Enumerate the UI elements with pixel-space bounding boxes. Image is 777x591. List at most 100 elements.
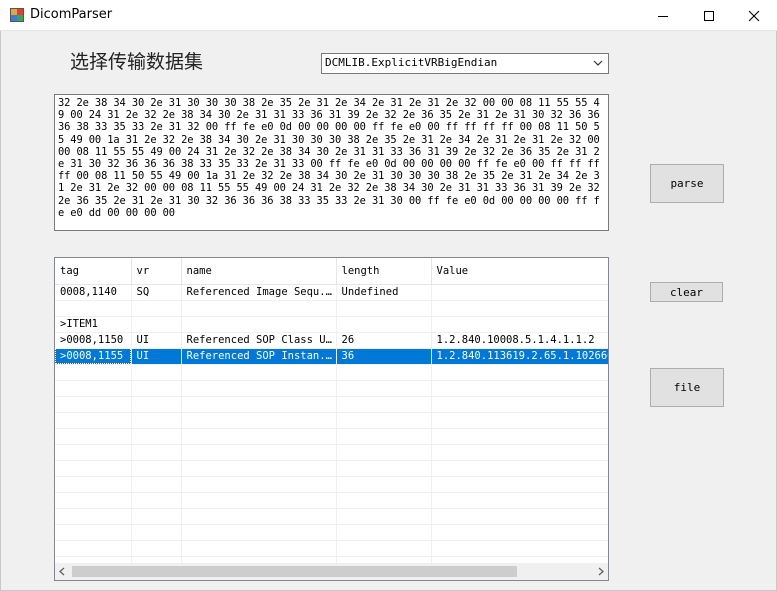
empty-cell: [431, 492, 608, 509]
empty-cell: [131, 476, 182, 493]
cell-length: Undefined: [336, 284, 432, 301]
column-header-name[interactable]: name: [181, 258, 337, 285]
table-row[interactable]: 0008,1140 SQ Referenced Image Sequ... Undef…: [55, 284, 608, 301]
empty-cell: [131, 540, 182, 557]
empty-cell: [55, 460, 132, 477]
empty-cell: [55, 492, 132, 509]
empty-cell: [336, 364, 432, 381]
cell-length: 36: [336, 348, 432, 365]
empty-cell: [431, 476, 608, 493]
minimize-button[interactable]: [640, 0, 686, 31]
empty-cell: [131, 444, 182, 461]
empty-row: [55, 364, 608, 381]
empty-cell: [336, 380, 432, 397]
empty-cell: [131, 492, 182, 509]
cell-tag: 0008,1140: [55, 284, 132, 301]
empty-cell: [55, 444, 132, 461]
parse-button[interactable]: parse: [650, 164, 724, 203]
transfer-syntax-dropdown[interactable]: DCMLIB.ExplicitVRBigEndian: [321, 53, 609, 74]
empty-cell: [55, 556, 132, 563]
empty-cell: [431, 460, 608, 477]
horizontal-scrollbar[interactable]: [55, 563, 608, 580]
empty-row: [55, 412, 608, 429]
empty-cell: [55, 396, 132, 413]
empty-row: [55, 540, 608, 557]
cell-length: [336, 300, 432, 317]
empty-cell: [55, 364, 132, 381]
table-row[interactable]: >ITEM1: [55, 316, 608, 333]
dicom-tag-grid[interactable]: tag vr name length Value 0008,1140 SQ Refe…: [54, 257, 609, 581]
close-button[interactable]: [731, 0, 777, 31]
column-header-vr[interactable]: vr: [131, 258, 182, 285]
cell-value: [431, 316, 608, 333]
cell-name: [181, 316, 337, 333]
empty-cell: [181, 428, 337, 445]
empty-cell: [131, 364, 182, 381]
empty-cell: [336, 396, 432, 413]
empty-cell: [55, 412, 132, 429]
empty-cell: [55, 476, 132, 493]
empty-cell: [431, 540, 608, 557]
table-row[interactable]: >0008,1150 UI Referenced SOP Class UID 26 1.…: [55, 332, 608, 349]
scroll-left-icon[interactable]: [57, 566, 67, 577]
column-header-value[interactable]: Value: [431, 258, 608, 285]
empty-cell: [181, 380, 337, 397]
empty-row: [55, 508, 608, 525]
empty-cell: [55, 540, 132, 557]
cell-vr: [131, 316, 182, 333]
empty-cell: [336, 476, 432, 493]
empty-cell: [55, 380, 132, 397]
clear-button[interactable]: clear: [650, 282, 723, 302]
tag-table: tag vr name length Value 0008,1140 SQ Refe…: [55, 258, 608, 563]
cell-vr: SQ: [131, 284, 182, 301]
table-row[interactable]: >0008,1155 UI Referenced SOP Instan... 36 1.…: [55, 348, 608, 365]
grid-viewport: tag vr name length Value 0008,1140 SQ Refe…: [55, 258, 608, 563]
empty-cell: [336, 540, 432, 557]
empty-cell: [431, 444, 608, 461]
table-body: 0008,1140 SQ Referenced Image Sequ... Undef…: [55, 284, 608, 563]
close-icon: [748, 10, 760, 21]
empty-cell: [131, 380, 182, 397]
maximize-icon: [704, 10, 714, 21]
empty-cell: [431, 428, 608, 445]
empty-cell: [55, 428, 132, 445]
empty-cell: [181, 524, 337, 541]
scrollbar-thumb[interactable]: [72, 566, 517, 577]
chevron-down-icon: [593, 60, 603, 66]
cell-name: [181, 300, 337, 317]
empty-cell: [181, 460, 337, 477]
empty-cell: [131, 428, 182, 445]
cell-name: Referenced SOP Class UID: [181, 332, 337, 349]
empty-cell: [431, 508, 608, 525]
header-row: tag vr name length Value: [55, 258, 608, 285]
hex-data-textarea[interactable]: 32 2e 38 34 30 2e 31 30 30 30 38 2e 35 2…: [54, 94, 609, 231]
empty-cell: [181, 396, 337, 413]
table-row[interactable]: [55, 300, 608, 317]
empty-cell: [336, 492, 432, 509]
empty-row: [55, 556, 608, 563]
title-bar: DicomParser: [0, 0, 777, 31]
empty-cell: [181, 540, 337, 557]
empty-row: [55, 476, 608, 493]
app-icon: [10, 8, 24, 22]
empty-cell: [181, 556, 337, 563]
empty-row: [55, 396, 608, 413]
cell-vr: UI: [131, 348, 182, 365]
maximize-button[interactable]: [686, 0, 732, 31]
empty-cell: [431, 412, 608, 429]
column-header-tag[interactable]: tag: [55, 258, 132, 285]
empty-cell: [336, 444, 432, 461]
cell-length: 26: [336, 332, 432, 349]
window-title: DicomParser: [30, 7, 113, 22]
empty-cell: [431, 524, 608, 541]
column-header-length[interactable]: length: [336, 258, 432, 285]
scroll-right-icon[interactable]: [596, 566, 606, 577]
empty-cell: [181, 364, 337, 381]
cell-value: 1.2.840.113619.2.65.1.1026668: [431, 348, 608, 365]
cell-name: Referenced SOP Instan...: [181, 348, 337, 365]
empty-cell: [131, 396, 182, 413]
empty-row: [55, 492, 608, 509]
file-button[interactable]: file: [650, 368, 724, 407]
empty-row: [55, 428, 608, 445]
empty-row: [55, 460, 608, 477]
